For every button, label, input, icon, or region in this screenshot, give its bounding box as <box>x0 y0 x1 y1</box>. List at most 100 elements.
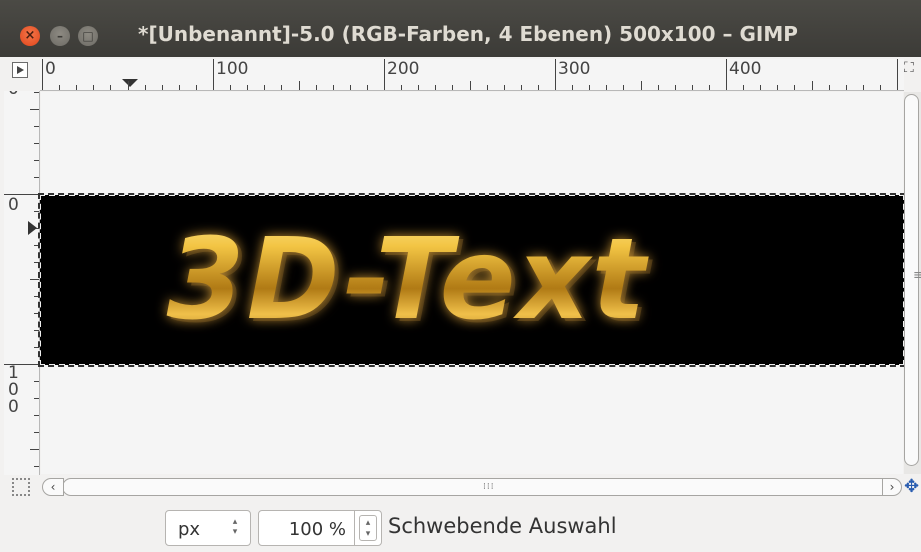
ruler-tick <box>708 85 710 90</box>
ruler-tick <box>862 85 864 90</box>
window-minimize-button[interactable]: – <box>50 26 70 46</box>
vertical-ruler[interactable]: 00100 <box>4 91 40 475</box>
horizontal-scroll-thumb[interactable]: ⁞⁞⁞ <box>62 478 892 496</box>
ruler-tick <box>897 59 898 90</box>
ruler-tick <box>34 143 39 144</box>
ruler-label: 0 <box>45 59 56 79</box>
ruler-tick <box>828 85 830 90</box>
quick-mask-icon[interactable] <box>12 478 30 496</box>
ruler-tick <box>811 81 813 90</box>
unit-value: px <box>178 519 201 540</box>
ruler-tick <box>76 85 78 90</box>
ruler-label: 0 <box>8 195 19 215</box>
close-icon: × <box>24 28 36 43</box>
ruler-tick <box>30 279 39 280</box>
ruler-tick <box>760 85 762 90</box>
ruler-tick <box>503 85 505 90</box>
window-close-button[interactable]: × <box>20 26 40 46</box>
ruler-tick <box>42 59 43 90</box>
window-maximize-button[interactable]: □ <box>78 26 98 46</box>
ruler-tick <box>606 85 608 90</box>
ruler-tick <box>726 59 727 90</box>
ruler-tick <box>589 85 591 90</box>
ruler-tick <box>34 92 39 93</box>
ruler-tick <box>127 81 129 90</box>
ruler-tick <box>161 85 163 90</box>
ruler-label: 100 <box>216 59 249 79</box>
status-message: Schwebende Auswahl <box>388 514 617 538</box>
ruler-tick <box>30 109 39 110</box>
minimize-icon: – <box>57 29 63 43</box>
ruler-tick <box>777 85 779 90</box>
ruler-tick <box>30 449 39 450</box>
zoom-spin-button[interactable]: ▴ ▾ <box>359 515 377 541</box>
ruler-label: 200 <box>387 59 420 79</box>
ruler-tick <box>401 85 403 90</box>
ruler-tick <box>230 85 232 90</box>
ruler-tick <box>486 85 488 90</box>
ruler-tick <box>623 85 625 90</box>
ruler-tick <box>845 85 847 90</box>
ruler-tick <box>34 381 39 382</box>
image-canvas[interactable]: 3D-Text <box>39 194 905 366</box>
ruler-tick <box>418 85 420 90</box>
ruler-tick <box>110 85 112 90</box>
scroll-left-button[interactable]: ‹ <box>42 478 64 496</box>
ruler-tick <box>34 415 39 416</box>
ruler-tick <box>298 81 300 90</box>
vertical-scroll-grip-icon: ≡ <box>913 268 921 283</box>
ruler-tick <box>178 85 180 90</box>
horizontal-scroll-grip-icon: ⁞⁞⁞ <box>483 482 495 492</box>
ruler-tick <box>349 85 351 90</box>
ruler-tick <box>59 85 61 90</box>
zoom-input[interactable]: 100 % <box>259 511 355 545</box>
scroll-right-button[interactable]: › <box>882 478 902 496</box>
ruler-tick <box>674 85 676 90</box>
ruler-tick <box>264 85 266 90</box>
ruler-label: 400 <box>729 59 762 79</box>
ruler-tick <box>555 59 556 90</box>
unit-spin-icon: ▴ ▾ <box>232 517 238 537</box>
ruler-label: 0 <box>8 397 19 417</box>
ruler-tick <box>34 398 39 399</box>
ruler-tick <box>537 85 539 90</box>
ruler-tick <box>93 85 95 90</box>
zoom-value: 100 % <box>288 519 346 540</box>
ruler-tick <box>144 85 146 90</box>
ruler-tick <box>34 177 39 178</box>
window-titlebar[interactable]: × – □ *[Unbenannt]-5.0 (RGB-Farben, 4 Eb… <box>0 0 921 57</box>
ruler-tick <box>691 85 693 90</box>
maximize-icon: □ <box>82 29 94 43</box>
ruler-tick <box>657 85 659 90</box>
pointer-position-marker <box>28 221 37 235</box>
window-title: *[Unbenannt]-5.0 (RGB-Farben, 4 Ebenen) … <box>138 22 798 46</box>
ruler-tick <box>281 85 283 90</box>
unit-selector[interactable]: px ▴ ▾ <box>165 510 251 546</box>
ruler-tick <box>572 85 574 90</box>
navigate-icon[interactable]: ✥ <box>904 476 921 498</box>
ruler-tick <box>213 59 214 90</box>
3d-text-layer: 3D-Text <box>40 195 904 365</box>
ruler-tick <box>332 85 334 90</box>
horizontal-scrollbar[interactable]: ⁞⁞⁞ ‹ › <box>40 476 904 498</box>
menu-toggle-icon[interactable] <box>12 62 28 78</box>
horizontal-ruler[interactable]: 0 100 200 300 400 <box>40 59 904 91</box>
ruler-tick <box>469 81 471 90</box>
ruler-tick <box>743 85 745 90</box>
zoom-fit-icon[interactable]: ⛶ <box>904 60 921 77</box>
ruler-tick <box>384 59 385 90</box>
pointer-position-marker <box>122 79 138 87</box>
ruler-label: 0 <box>8 91 19 99</box>
ruler-tick <box>640 81 642 90</box>
ruler-tick <box>195 85 197 90</box>
ruler-tick <box>435 85 437 90</box>
ruler-tick <box>794 85 796 90</box>
ruler-tick <box>452 85 454 90</box>
ruler-tick <box>247 85 249 90</box>
ruler-tick <box>315 85 317 90</box>
ruler-label: 300 <box>558 59 591 79</box>
ruler-tick <box>34 432 39 433</box>
zoom-selector[interactable]: 100 % ▴ ▾ <box>258 510 382 546</box>
ruler-tick <box>34 126 39 127</box>
ruler-tick <box>34 466 39 467</box>
